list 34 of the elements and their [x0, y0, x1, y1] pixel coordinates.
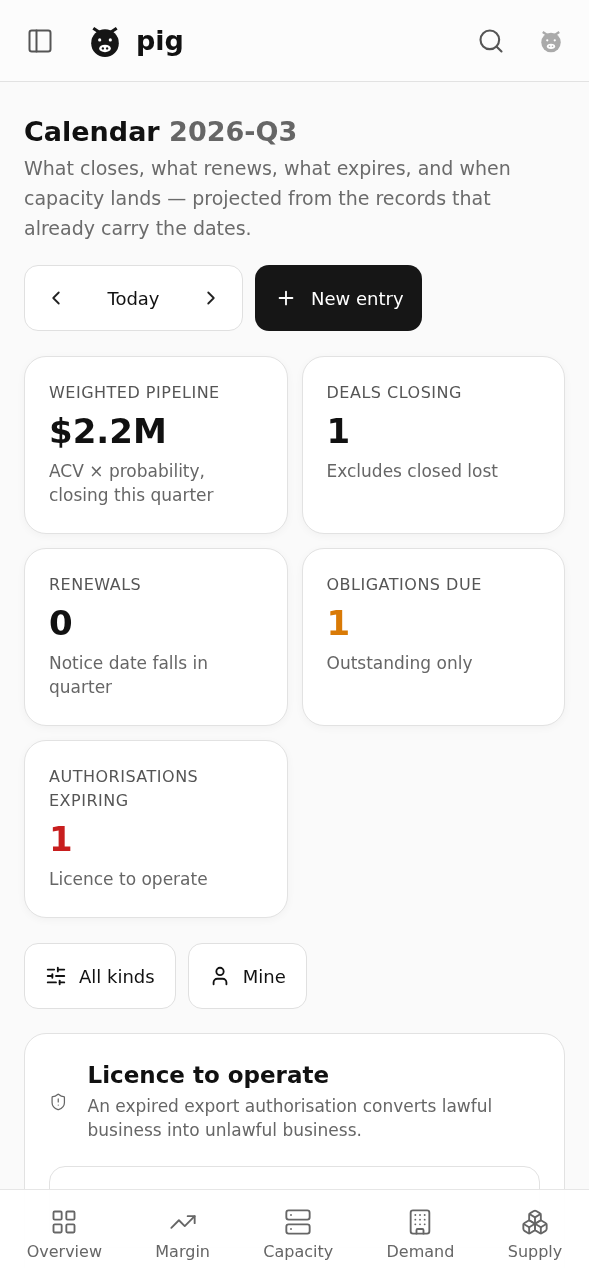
stat-value: 1: [326, 603, 352, 643]
filter-button[interactable]: Mine: [187, 943, 307, 1009]
section-description: An expired export authorisation converts lawful business into unlawful business.: [87, 1095, 494, 1142]
stat-label: DEALS CLOSING: [326, 382, 463, 404]
stat-note: Licence to operate: [49, 868, 209, 891]
stat-value: 0: [49, 603, 74, 643]
nav-item[interactable]: Demand: [386, 1207, 455, 1261]
today-button[interactable]: Today: [101, 286, 166, 310]
stat-note: Outstanding only: [326, 652, 474, 675]
nav-item[interactable]: Supply: [507, 1207, 563, 1261]
boxes-icon: [521, 1207, 549, 1236]
new-entry-button[interactable]: New entry: [255, 265, 422, 331]
page-description: What closes, what renews, what expires, and when capacity lands — projected from the records that already carry the dates.: [24, 156, 512, 241]
nav-item[interactable]: Overview: [26, 1207, 102, 1261]
page-title: Calendar 2026-Q3: [24, 116, 299, 147]
stat-value: 1: [49, 819, 74, 859]
stat-note: Notice date falls in quarter: [49, 652, 210, 699]
brand-name: pig: [136, 25, 184, 56]
stat-value: 1: [326, 411, 352, 451]
stat-label: OBLIGATIONS DUE: [326, 574, 483, 596]
filter-button[interactable]: All kinds: [24, 943, 176, 1009]
pig-icon: [539, 28, 563, 53]
section-title: Licence to operate: [87, 1062, 330, 1088]
search-button[interactable]: [477, 26, 505, 55]
stat-value: $2.2M: [49, 411, 168, 451]
stat-label: RENEWALS: [49, 574, 143, 596]
stat-note: ACV × probability, closing this quarter: [49, 460, 215, 507]
stat-note: Excludes closed lost: [326, 460, 499, 483]
sliders-icon: [45, 965, 67, 987]
nav-item[interactable]: Capacity: [263, 1207, 334, 1261]
server-icon: [284, 1207, 313, 1236]
stat-label: WEIGHTED PIPELINE: [49, 382, 221, 404]
stat-label: AUTHORISATIONS EXPIRING: [49, 766, 200, 812]
nav-item[interactable]: Margin: [155, 1207, 210, 1261]
